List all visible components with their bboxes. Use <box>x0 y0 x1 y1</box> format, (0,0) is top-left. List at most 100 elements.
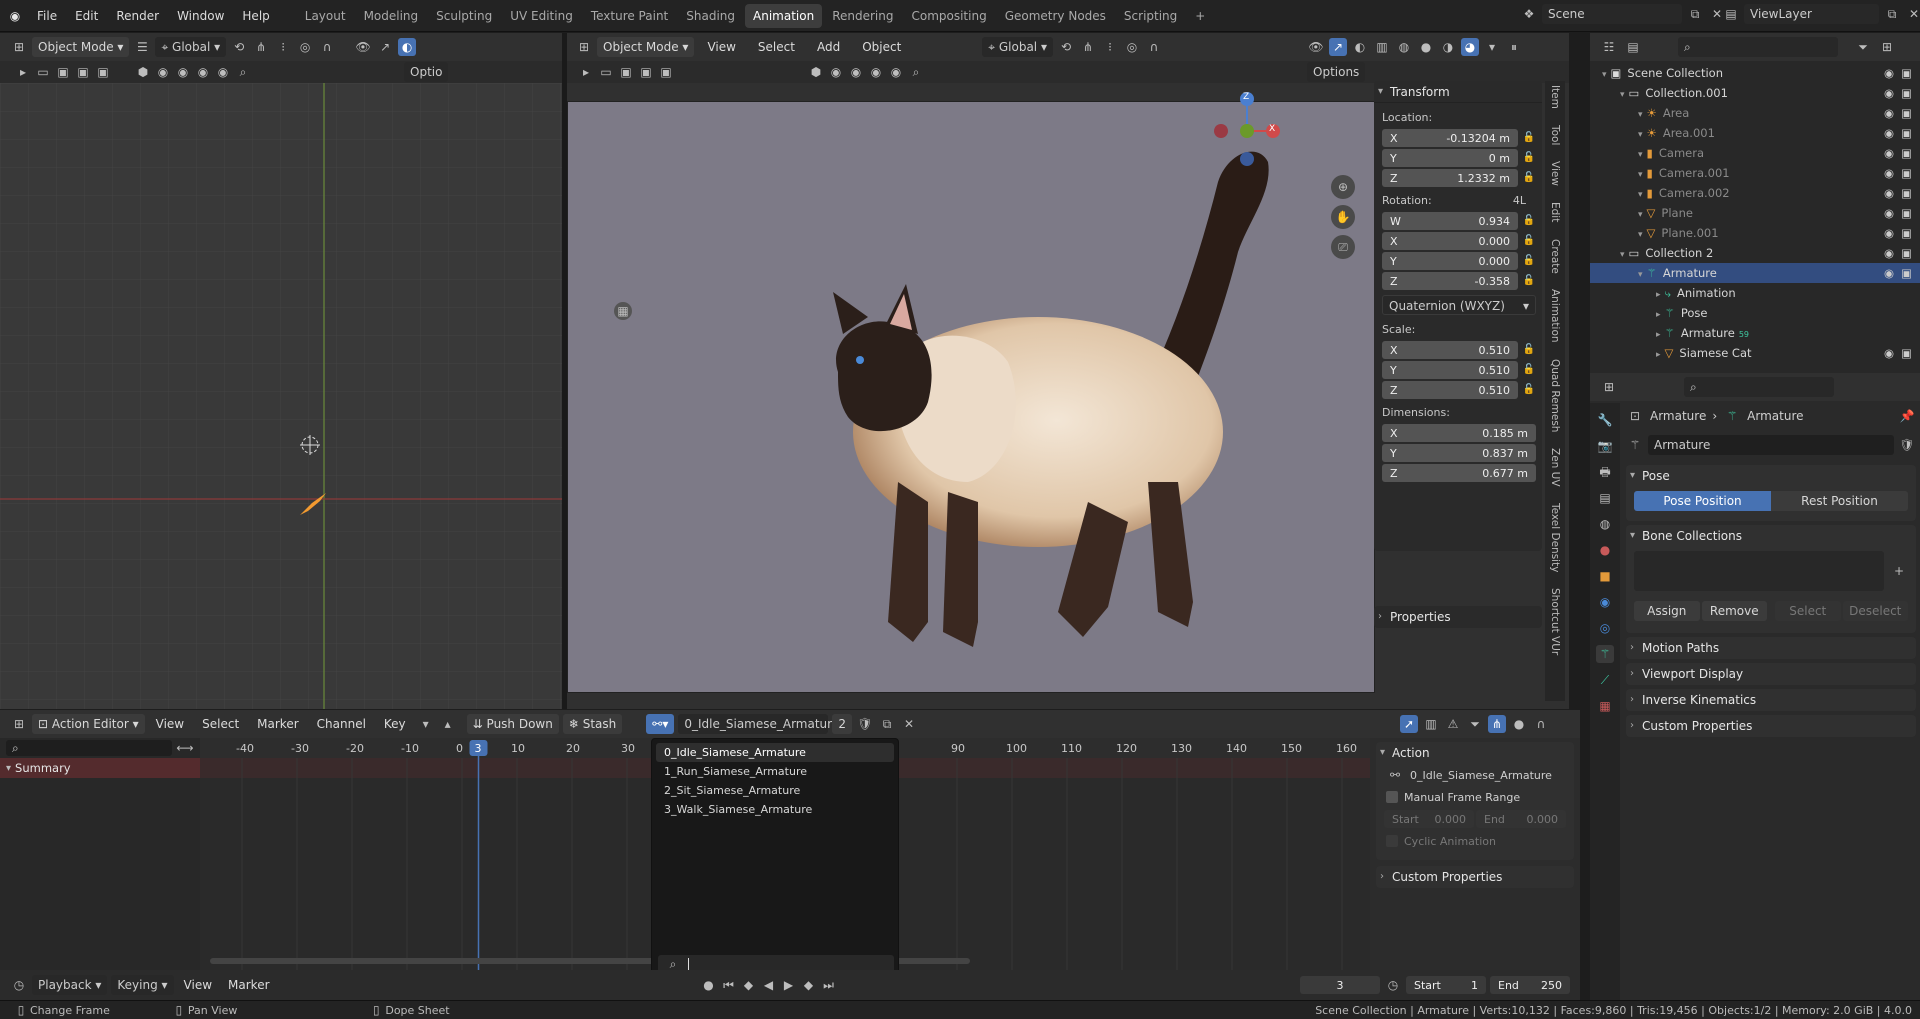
location-field-y[interactable]: Y 0 m <box>1382 149 1518 167</box>
menu-object[interactable]: Object <box>853 33 910 61</box>
fake-user-icon[interactable]: 🛡 <box>1898 436 1916 454</box>
select-mode-3-icon[interactable]: ▣ <box>657 63 675 81</box>
outliner-item[interactable]: ▾ ▭ Collection 2 ◉ ▣ <box>1590 243 1920 263</box>
snap-grid-icon[interactable]: ⁝ <box>274 38 292 56</box>
pivot-icon[interactable]: ⟲ <box>1057 38 1075 56</box>
outliner-item[interactable]: ▸ ⤷ Animation <box>1590 283 1920 303</box>
properties-search[interactable]: ⌕ <box>1684 377 1834 397</box>
sidebar-tab-zen-uv[interactable]: Zen UV <box>1549 444 1561 491</box>
select-mode-2-icon[interactable]: ▣ <box>74 63 92 81</box>
scene-field[interactable]: Scene <box>1542 4 1682 24</box>
expand-arrow-icon[interactable]: ▾ <box>1620 250 1625 260</box>
visibility-eye-icon[interactable]: ◉ <box>1884 103 1894 123</box>
timeline-view-menu[interactable]: View <box>178 970 218 1000</box>
lock-icon[interactable]: 🔓 <box>1522 149 1536 167</box>
render-camera-icon[interactable]: ▣ <box>1901 143 1912 163</box>
visibility-eye-icon[interactable]: ◉ <box>1884 343 1894 363</box>
lock-icon[interactable]: 🔓 <box>1522 232 1536 250</box>
action-editor-mode-dropdown[interactable]: ⊡ Action Editor ▾ <box>32 714 145 734</box>
armature-data-tab-icon[interactable]: ⚚ <box>1596 645 1614 663</box>
duplicate-action-icon[interactable]: ⧉ <box>878 715 896 733</box>
assign-button[interactable]: Assign <box>1634 601 1700 621</box>
left-options-button[interactable]: Optio <box>404 62 449 82</box>
action-end-field[interactable]: End 0.000 <box>1476 810 1566 828</box>
tab-animation[interactable]: Animation <box>745 3 823 28</box>
delete-viewlayer-icon[interactable]: ✕ <box>1905 5 1920 23</box>
expand-arrow-icon[interactable]: ▾ <box>1602 70 1607 80</box>
render-view[interactable]: ▦ <box>567 101 1375 693</box>
falloff-icon[interactable]: ∩ <box>318 38 336 56</box>
outliner-item[interactable]: ▸ ▽ Siamese Cat ◉ ▣ <box>1590 343 1920 363</box>
lock-icon[interactable]: 🔓 <box>1522 129 1536 147</box>
filter-objects-icon[interactable]: ⬢ <box>807 63 825 81</box>
lock-icon[interactable]: 🔓 <box>1522 212 1536 230</box>
panel-viewport-display[interactable]: Viewport Display <box>1626 663 1916 685</box>
outliner-item[interactable]: ▾ ▣ Scene Collection ◉ ▣ <box>1590 63 1920 83</box>
visibility-eye-icon[interactable]: ◉ <box>1884 143 1894 163</box>
solid-shading-icon[interactable]: ● <box>1417 38 1435 56</box>
ae-menu-select[interactable]: Select <box>195 710 246 738</box>
filter-icon[interactable]: ⏷ <box>1854 38 1872 56</box>
menu-render[interactable]: Render <box>107 0 168 32</box>
shading-3-icon[interactable]: ◉ <box>194 63 212 81</box>
proportional-icon[interactable]: ● <box>1510 715 1528 733</box>
hamburger-icon[interactable]: ☰ <box>133 38 151 56</box>
play-icon[interactable]: ▶ <box>780 976 798 994</box>
display-mode-icon[interactable]: ▤ <box>1624 38 1642 56</box>
outliner-item[interactable]: ▾ ☀ Area ◉ ▣ <box>1590 103 1920 123</box>
object-tab-icon[interactable]: ■ <box>1596 567 1614 585</box>
remove-button[interactable]: Remove <box>1701 601 1767 621</box>
sidebar-tab-quad-remesh[interactable]: Quad Remesh <box>1549 355 1561 436</box>
shading-4-icon[interactable]: ◉ <box>887 63 905 81</box>
tab-compositing[interactable]: Compositing <box>903 4 994 28</box>
pin-icon[interactable]: 📌 <box>1898 407 1916 425</box>
select-mode-icon[interactable]: ▣ <box>54 63 72 81</box>
rotation-field-z[interactable]: Z -0.358 <box>1382 272 1518 290</box>
falloff-icon[interactable]: ∩ <box>1145 38 1163 56</box>
rotation-field-x[interactable]: X 0.000 <box>1382 232 1518 250</box>
outliner-item[interactable]: ▸ ⚚ Armature 59 <box>1590 323 1920 343</box>
play-icon[interactable]: ▸ <box>14 63 32 81</box>
datablock-icon[interactable]: ⚚ <box>1626 436 1644 454</box>
bone-tab-icon[interactable]: ⟋ <box>1596 671 1614 689</box>
armature-name-field[interactable]: Armature <box>1648 435 1894 455</box>
scale-field-z[interactable]: Z 0.510 <box>1382 381 1518 399</box>
visibility-eye-icon[interactable]: ◉ <box>1884 163 1894 183</box>
filter-objects-icon[interactable]: ⬢ <box>134 63 152 81</box>
visibility-eye-icon[interactable]: ◉ <box>1884 263 1894 283</box>
sidebar-tab-view[interactable]: View <box>1549 157 1561 190</box>
texture-tab-icon[interactable]: ▦ <box>1596 697 1614 715</box>
rendered-shading-icon[interactable]: ◕ <box>1460 38 1479 56</box>
pan-icon[interactable]: ✋ <box>1331 205 1355 229</box>
rotation-field-w[interactable]: W 0.934 <box>1382 212 1518 230</box>
visibility-icon[interactable]: 👁 <box>354 38 372 56</box>
push-down-button[interactable]: ⇊ Push Down <box>466 714 559 734</box>
menu-view[interactable]: View <box>698 33 744 61</box>
sidebar-tab-animation[interactable]: Animation <box>1549 285 1561 347</box>
tab-uv-editing[interactable]: UV Editing <box>502 4 581 28</box>
expand-arrow-icon[interactable]: ▾ <box>1638 210 1643 220</box>
render-camera-icon[interactable]: ▣ <box>1901 263 1912 283</box>
viewlayer-field[interactable]: ViewLayer <box>1744 4 1879 24</box>
rotation-mode-dropdown[interactable]: Quaternion (WXYZ) ▾ <box>1382 295 1536 315</box>
auto-snap-icon[interactable]: ⋔ <box>1488 715 1506 733</box>
visibility-eye-icon[interactable]: ◉ <box>1884 83 1894 103</box>
visibility-eye-icon[interactable]: ◉ <box>1884 203 1894 223</box>
show-hidden-icon[interactable]: ▥ <box>1422 715 1440 733</box>
swap-icon[interactable]: ⟷ <box>176 739 194 757</box>
filter-icon[interactable]: ⏷ <box>1466 715 1484 733</box>
material-shading-icon[interactable]: ◑ <box>1439 38 1457 56</box>
jump-end-icon[interactable]: ⏭ <box>820 976 838 994</box>
shading-options-icon[interactable]: ▾ <box>1483 38 1501 56</box>
zoom-icon[interactable]: ⊕ <box>1331 175 1355 199</box>
output-tab-icon[interactable]: 🖶 <box>1596 463 1614 481</box>
render-camera-icon[interactable]: ▣ <box>1901 343 1912 363</box>
lock-icon[interactable]: 🔓 <box>1522 381 1536 399</box>
camera-frame-icon[interactable]: ▦ <box>614 302 632 320</box>
main-options-button[interactable]: Options <box>1307 62 1366 82</box>
select-mode-2-icon[interactable]: ▣ <box>637 63 655 81</box>
panel-motion-paths[interactable]: Motion Paths <box>1626 637 1916 659</box>
tab-shading[interactable]: Shading <box>678 4 743 28</box>
gizmo-toggle-icon[interactable]: ↗ <box>376 38 394 56</box>
lock-icon[interactable]: 🔓 <box>1522 341 1536 359</box>
